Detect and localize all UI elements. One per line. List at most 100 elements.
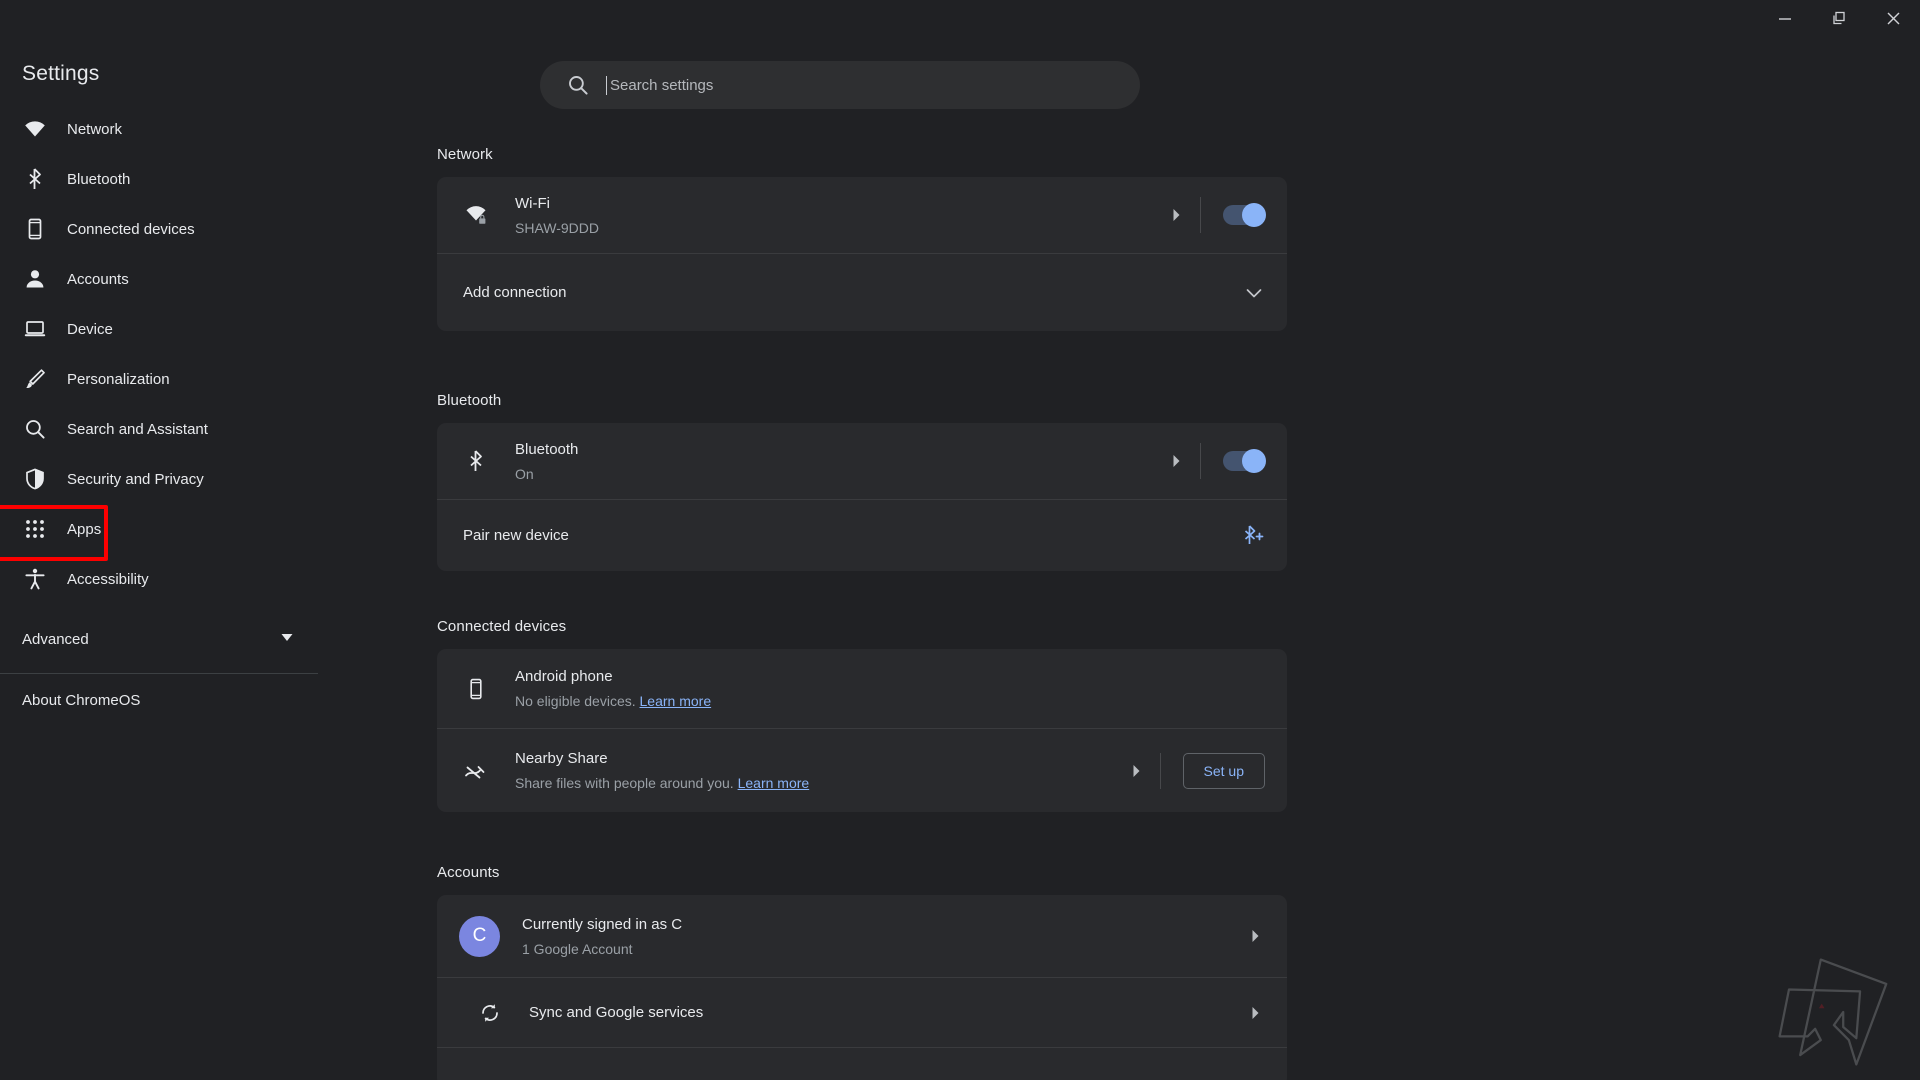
sidebar-item-connected-devices[interactable]: Connected devices [0,204,320,254]
sidebar-item-label: Connected devices [67,220,195,238]
sync-label: Sync and Google services [529,1004,704,1021]
nearby-share-setup-button[interactable]: Set up [1182,752,1265,789]
android-phone-row[interactable]: Android phone No eligible devices. Learn… [437,649,1287,728]
section-accounts: Accounts C Currently signed in as C 1 Go… [437,864,1287,1080]
chevron-down-icon [278,628,296,650]
sidebar-item-device[interactable]: Device [0,304,320,354]
sidebar-item-personalization[interactable]: Personalization [0,354,320,404]
android-phone-status-text: No eligible devices. [515,693,636,709]
nearby-share-status-text: Share files with people around you. [515,775,734,791]
sidebar-item-bluetooth[interactable]: Bluetooth [0,154,320,204]
sidebar-item-accessibility[interactable]: Accessibility [0,554,320,604]
bluetooth-card: Bluetooth On Pair new device [437,423,1287,571]
chevron-right-icon[interactable] [1166,451,1186,471]
signed-in-primary: Currently signed in as C [522,915,683,933]
sync-icon [477,1000,503,1026]
restore-button[interactable] [1812,0,1866,36]
wifi-icon [22,116,48,142]
section-title: Connected devices [437,618,567,635]
wifi-ssid: SHAW-9DDD [515,219,600,236]
chevron-right-icon[interactable] [1166,205,1186,225]
sidebar-item-label: Search and Assistant [67,420,208,438]
row-divider [1159,752,1161,789]
add-connection-label: Add connection [463,284,567,301]
nearby-share-learn-more-link[interactable]: Learn more [738,775,810,791]
section-title: Network [437,146,493,163]
bluetooth-icon [22,166,48,192]
accounts-next-row-partial[interactable] [437,1047,1287,1080]
minimize-button[interactable] [1758,0,1812,36]
chevron-right-icon[interactable] [1126,761,1146,781]
sidebar-item-network[interactable]: Network [0,104,320,154]
bluetooth-name: Bluetooth [515,440,579,458]
chevron-right-icon[interactable] [1245,926,1265,946]
nearby-share-name: Nearby Share [515,750,608,767]
text-cursor [606,75,607,95]
search-input[interactable] [610,76,1090,94]
pair-texts: Pair new device [463,525,1239,546]
search-icon [22,416,48,442]
row-divider [1200,443,1201,479]
section-bluetooth: Bluetooth Bluetooth On Pair new device [437,392,1287,571]
sidebar-item-label: Bluetooth [67,170,131,188]
nearby-share-status: Share files with people around you. Lear… [515,773,1116,793]
bluetooth-toggle[interactable] [1223,449,1266,473]
sidebar-item-label: Network [67,120,123,138]
bluetooth-plus-icon[interactable] [1239,523,1265,549]
sync-services-row[interactable]: Sync and Google services [437,977,1287,1047]
wifi-texts: Wi-Fi SHAW-9DDD [515,193,1156,238]
bluetooth-texts: Bluetooth On [515,439,1156,484]
person-icon [22,266,48,292]
sidebar-item-label: Device [67,320,113,338]
accounts-card: C Currently signed in as C 1 Google Acco… [437,895,1287,1080]
sidebar-item-label: Personalization [67,370,170,388]
sidebar-item-search-and-assistant[interactable]: Search and Assistant [0,404,320,454]
apps-grid-icon [22,516,48,542]
main-content: Network Wi-Fi SHAW-9DDD [320,36,1920,1080]
row-divider [1200,197,1201,233]
sidebar-item-advanced[interactable]: Advanced [0,614,318,664]
android-phone-status: No eligible devices. Learn more [515,691,1265,711]
brush-icon [22,366,48,392]
sidebar-item-label: About ChromeOS [22,691,141,709]
wifi-lock-icon [463,202,489,228]
pair-new-device-row[interactable]: Pair new device [437,499,1287,571]
accessibility-icon [22,566,48,592]
signed-in-account-row[interactable]: C Currently signed in as C 1 Google Acco… [437,895,1287,977]
pair-new-device-label: Pair new device [463,527,569,544]
section-network: Network Wi-Fi SHAW-9DDD Add connection [437,146,1287,331]
android-phone-texts: Android phone No eligible devices. Learn… [515,666,1265,711]
sidebar-item-label: Apps [67,520,102,538]
close-button[interactable] [1866,0,1920,36]
nearby-share-icon [463,758,489,784]
section-connected-devices: Connected devices Android phone No eligi… [437,618,1287,812]
angular-logo-watermark [1778,958,1888,1066]
wifi-row[interactable]: Wi-Fi SHAW-9DDD [437,177,1287,253]
phone-icon [463,676,489,702]
sidebar-item-about-chromeos[interactable]: About ChromeOS [0,674,320,726]
chevron-right-icon[interactable] [1245,1003,1265,1023]
search-bar[interactable] [540,61,1140,109]
signed-in-secondary: 1 Google Account [522,940,633,957]
page-title: Settings [22,62,100,85]
bluetooth-row[interactable]: Bluetooth On [437,423,1287,499]
section-title: Bluetooth [437,392,502,409]
bluetooth-status: On [515,465,534,482]
add-connection-row[interactable]: Add connection [437,253,1287,331]
sidebar-item-apps[interactable]: Apps [0,504,320,561]
sidebar-item-security-and-privacy[interactable]: Security and Privacy [0,454,320,504]
android-phone-learn-more-link[interactable]: Learn more [640,693,712,709]
sidebar-item-label: Advanced [22,630,89,648]
android-phone-name: Android phone [515,668,613,685]
sidebar-item-accounts[interactable]: Accounts [0,254,320,304]
nearby-share-row[interactable]: Nearby Share Share files with people aro… [437,728,1287,812]
connected-devices-card: Android phone No eligible devices. Learn… [437,649,1287,812]
window-titlebar [0,0,1920,36]
laptop-icon [22,316,48,342]
wifi-toggle[interactable] [1223,203,1266,227]
sidebar-item-label: Accessibility [67,570,149,588]
add-connection-texts: Add connection [463,282,1243,303]
chevron-down-icon[interactable] [1243,282,1265,304]
network-card: Wi-Fi SHAW-9DDD Add connection [437,177,1287,331]
sync-texts: Sync and Google services [529,1002,1235,1023]
